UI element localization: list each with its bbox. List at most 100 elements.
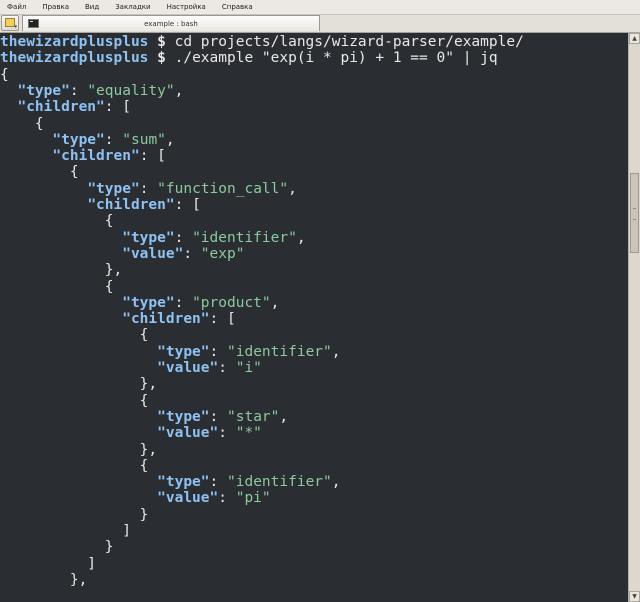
json-string: "product" (192, 294, 271, 311)
json-punctuation: ] (0, 523, 131, 539)
output-line: { (0, 164, 79, 180)
output-line: }, (0, 262, 122, 278)
json-punctuation: ] (0, 555, 97, 572)
output-line: { (0, 67, 9, 83)
json-punctuation: : (218, 425, 236, 442)
json-punctuation (0, 148, 52, 164)
json-string: "identifier" (192, 229, 297, 246)
menu-bookmarks[interactable]: Закладки (107, 0, 158, 14)
terminal-view[interactable]: thewizardplusplus $ cd projects/langs/wi… (0, 33, 628, 602)
json-punctuation: : (174, 294, 193, 311)
json-string: "sum" (122, 131, 166, 148)
output-line: ] (0, 556, 96, 572)
prompt-user: thewizardplusplus (0, 50, 149, 67)
output-line: "type": "equality", (0, 83, 183, 99)
tab-bar: ▾ example : bash (0, 15, 640, 33)
json-key: "type" (87, 180, 140, 197)
new-tab-button[interactable]: ▾ (1, 15, 19, 31)
tab-example-bash[interactable]: example : bash (22, 15, 320, 31)
output-line: "type": "identifier", (0, 474, 341, 491)
json-key: "children" (52, 148, 140, 165)
json-punctuation: , (331, 343, 341, 360)
output-line: "type": "product", (0, 295, 279, 311)
json-punctuation: }, (0, 262, 123, 279)
json-punctuation (0, 490, 157, 506)
json-punctuation (0, 246, 122, 262)
scrollbar-thumb[interactable] (630, 173, 639, 253)
dropdown-arrow-icon: ▾ (14, 24, 17, 30)
json-punctuation: { (0, 115, 44, 132)
json-punctuation: : [ (104, 99, 131, 116)
output-line: }, (0, 376, 157, 392)
output-line: { (0, 279, 114, 295)
json-punctuation: : (139, 180, 158, 197)
tab-title: example : bash (144, 20, 198, 28)
output-line: { (0, 392, 149, 409)
json-punctuation (0, 425, 157, 441)
scrollbar-grip (633, 208, 636, 220)
json-string: "star" (227, 408, 280, 425)
json-punctuation: } (0, 539, 114, 556)
json-punctuation: }, (0, 571, 88, 588)
json-key: "type" (157, 343, 210, 360)
menu-help[interactable]: Справка (214, 0, 261, 14)
json-key: "type" (52, 131, 105, 148)
json-punctuation: , (331, 474, 341, 491)
prompt-user: thewizardplusplus (0, 34, 149, 50)
output-line: }, (0, 442, 157, 458)
json-punctuation: { (0, 164, 79, 181)
scroll-up-arrow-icon[interactable]: ▲ (629, 33, 640, 44)
json-punctuation: , (279, 408, 289, 425)
json-punctuation: }, (0, 376, 158, 393)
menu-settings[interactable]: Настройка (159, 0, 214, 14)
json-punctuation (0, 132, 52, 148)
command-text: ./example "exp(i * pi) + 1 == 0" | jq (174, 50, 498, 67)
json-string: "exp" (200, 245, 245, 262)
json-punctuation: : [ (174, 197, 201, 213)
output-line: "type": "sum", (0, 131, 175, 148)
menu-file[interactable]: Файл (0, 0, 34, 14)
vertical-scrollbar[interactable]: ▲ ▼ (628, 33, 640, 602)
json-punctuation (0, 360, 157, 376)
json-key: "children" (17, 99, 105, 116)
output-line: "children": [ (0, 197, 201, 213)
json-punctuation: : (209, 408, 227, 425)
json-string: "pi" (235, 490, 271, 507)
menu-bar: Файл Правка Вид Закладки Настройка Справ… (0, 0, 640, 15)
output-line: { (0, 327, 149, 343)
json-punctuation (0, 99, 17, 115)
json-punctuation: { (0, 392, 149, 409)
json-string: "*" (235, 425, 262, 442)
menu-edit[interactable]: Правка (34, 0, 77, 14)
output-line: "type": "identifier", (0, 343, 341, 360)
json-key: "value" (157, 425, 219, 442)
json-punctuation (0, 83, 17, 99)
scroll-down-arrow-icon[interactable]: ▼ (629, 591, 640, 602)
output-line: "children": [ (0, 148, 166, 164)
json-string: "identifier" (227, 343, 332, 360)
json-key: "type" (157, 408, 210, 425)
json-punctuation: , (174, 82, 184, 99)
json-key: "children" (87, 197, 175, 213)
json-punctuation: : (174, 229, 193, 246)
json-string: "i" (235, 360, 262, 376)
output-line: } (0, 539, 114, 555)
json-punctuation: { (0, 213, 114, 230)
json-punctuation: { (0, 278, 114, 295)
json-punctuation (0, 409, 157, 425)
json-punctuation: } (0, 506, 149, 523)
json-string: "identifier" (227, 474, 332, 491)
json-punctuation: : (183, 245, 201, 262)
output-line: "value": "i" (0, 360, 262, 376)
json-punctuation (0, 311, 122, 327)
json-punctuation: , (165, 131, 175, 148)
output-line: "type": "function_call", (0, 181, 297, 197)
command-line: thewizardplusplus $ ./example "exp(i * p… (0, 50, 498, 66)
output-line: "type": "identifier", (0, 229, 305, 246)
output-line: { (0, 116, 44, 132)
json-punctuation: { (0, 457, 149, 474)
menu-view[interactable]: Вид (77, 0, 107, 14)
prompt-symbol: $ (148, 34, 175, 50)
output-line: "children": [ (0, 99, 131, 115)
output-line: }, (0, 572, 87, 588)
